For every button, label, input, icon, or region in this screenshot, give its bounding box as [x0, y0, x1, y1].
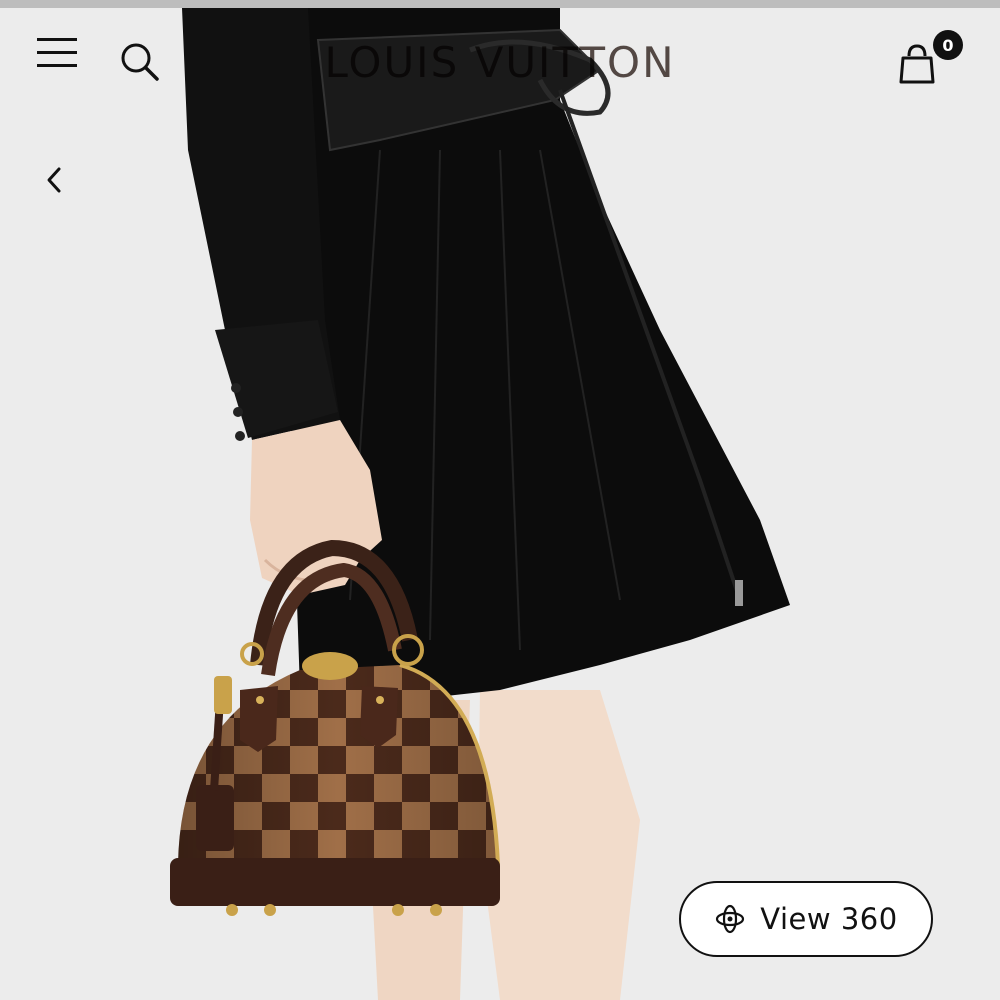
view-360-label: View 360 — [760, 902, 898, 936]
menu-button[interactable] — [30, 30, 84, 76]
search-icon — [121, 43, 159, 81]
product-page: LOUIS VUITTON 0 View 360 — [0, 0, 1000, 1000]
view-360-button[interactable]: View 360 — [679, 881, 933, 957]
bag-clochette — [196, 785, 234, 851]
back-button[interactable] — [34, 160, 74, 200]
cart-count-badge: 0 — [933, 30, 963, 60]
bag-lock — [302, 652, 358, 680]
chevron-left-icon — [47, 167, 61, 193]
site-header: LOUIS VUITTON 0 — [0, 8, 1000, 118]
hamburger-menu-icon — [37, 38, 77, 67]
brand-logo[interactable]: LOUIS VUITTON — [300, 32, 700, 92]
bag-base — [170, 858, 500, 906]
search-button[interactable] — [114, 36, 166, 88]
top-status-strip — [0, 0, 1000, 8]
product-image[interactable] — [0, 0, 1000, 1000]
shopping-bag-icon — [899, 44, 935, 84]
rotate-360-icon — [716, 904, 745, 934]
